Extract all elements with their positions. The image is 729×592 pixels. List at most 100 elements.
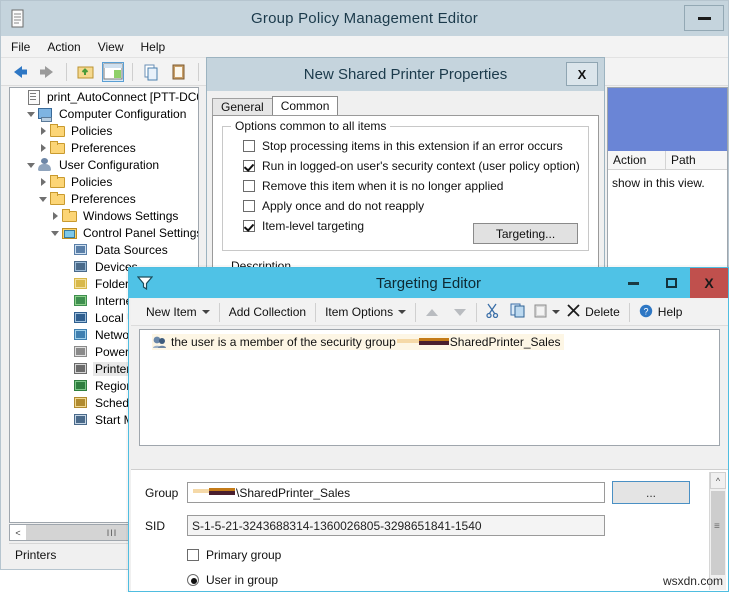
copy-icon[interactable] bbox=[141, 62, 163, 82]
radio-selected-icon[interactable] bbox=[187, 574, 199, 586]
up-folder-icon[interactable] bbox=[75, 62, 97, 82]
show-hide-console-tree-icon[interactable] bbox=[102, 62, 124, 82]
menu-item-file[interactable]: File bbox=[11, 40, 30, 54]
paste-chevron-down-icon[interactable] bbox=[552, 310, 560, 314]
targeting-items-list[interactable]: the user is a member of the security gro… bbox=[139, 329, 720, 446]
tree-item-windows-settings[interactable]: Windows Settings bbox=[10, 207, 198, 224]
power-options-icon bbox=[73, 344, 89, 359]
tree-spacer bbox=[62, 244, 73, 255]
expand-arrow-open-icon[interactable] bbox=[50, 227, 61, 238]
paste-icon[interactable] bbox=[533, 303, 549, 321]
tree-item-preferences[interactable]: Preferences bbox=[10, 139, 198, 156]
expand-arrow-closed-icon[interactable] bbox=[38, 176, 49, 187]
option-remove-when-not-applied[interactable]: Remove this item when it is no longer ap… bbox=[243, 176, 588, 196]
targeting-list-item[interactable]: the user is a member of the security gro… bbox=[152, 334, 564, 350]
targeting-editor-close-button[interactable]: X bbox=[690, 268, 728, 298]
close-icon: X bbox=[704, 275, 713, 291]
scroll-up-button[interactable]: ^ bbox=[710, 472, 726, 489]
checkbox-checked-icon[interactable] bbox=[243, 160, 255, 172]
expand-arrow-closed-icon[interactable] bbox=[38, 125, 49, 136]
add-collection-button[interactable]: Add Collection bbox=[222, 299, 313, 325]
option-stop-processing[interactable]: Stop processing items in this extension … bbox=[243, 136, 588, 156]
forward-arrow-icon[interactable] bbox=[36, 62, 58, 82]
tree-item-policies[interactable]: Policies bbox=[10, 173, 198, 190]
tree-item-user-configuration[interactable]: User Configuration bbox=[10, 156, 198, 173]
common-tab-panel: Options common to all items Stop process… bbox=[212, 115, 599, 269]
column-header-path[interactable]: Path bbox=[666, 151, 696, 169]
chevron-down-icon[interactable] bbox=[202, 310, 210, 314]
menu-item-action[interactable]: Action bbox=[47, 40, 80, 54]
delete-button[interactable]: Delete bbox=[560, 299, 627, 325]
folder-options-icon bbox=[73, 276, 89, 291]
folder-icon bbox=[61, 208, 77, 223]
toolbar-divider bbox=[132, 63, 133, 81]
checkbox-unchecked-icon[interactable] bbox=[243, 180, 255, 192]
expand-arrow-open-icon[interactable] bbox=[26, 108, 37, 119]
scroll-thumb[interactable] bbox=[711, 491, 725, 575]
tree-item-computer-configuration[interactable]: Computer Configuration bbox=[10, 105, 198, 122]
option-run-in-user-context[interactable]: Run in logged-on user's security context… bbox=[243, 156, 588, 176]
checkbox-checked-icon[interactable] bbox=[243, 220, 255, 232]
item-options-button[interactable]: Item Options bbox=[318, 299, 413, 325]
targeting-button[interactable]: Targeting... bbox=[473, 223, 578, 244]
cut-icon[interactable] bbox=[485, 303, 500, 321]
tree-spacer bbox=[62, 346, 73, 357]
expand-arrow-open-icon[interactable] bbox=[26, 159, 37, 170]
scroll-left-button[interactable]: < bbox=[10, 525, 26, 540]
browse-group-button[interactable]: ... bbox=[612, 481, 690, 504]
maximize-icon bbox=[666, 278, 677, 288]
menu-item-help[interactable]: Help bbox=[141, 40, 166, 54]
user-icon bbox=[37, 157, 53, 172]
chevron-down-icon[interactable] bbox=[398, 310, 406, 314]
help-button[interactable]: ? Help bbox=[632, 299, 690, 325]
column-header-action[interactable]: Action bbox=[608, 151, 666, 169]
tree-spacer bbox=[14, 91, 25, 102]
expand-arrow-closed-icon[interactable] bbox=[38, 142, 49, 153]
sid-input[interactable]: S-1-5-21-3243688314-1360026805-329865184… bbox=[187, 515, 605, 536]
tree-item-label: Policies bbox=[69, 175, 114, 189]
tab-general[interactable]: General bbox=[212, 98, 273, 115]
item-options-label: Item Options bbox=[325, 305, 393, 319]
expand-arrow-open-icon[interactable] bbox=[38, 193, 49, 204]
printer-props-close-button[interactable]: X bbox=[566, 62, 598, 86]
tree-spacer bbox=[62, 312, 73, 323]
tree-item-preferences[interactable]: Preferences bbox=[10, 190, 198, 207]
tree-item-control-panel-settings[interactable]: Control Panel Settings bbox=[10, 224, 198, 241]
gpmc-titlebar: Group Policy Management Editor bbox=[1, 1, 728, 36]
targeting-editor-minimize-button[interactable] bbox=[614, 268, 652, 298]
tree-spacer bbox=[62, 397, 73, 408]
new-shared-printer-properties-dialog: New Shared Printer Properties X General … bbox=[206, 57, 605, 270]
start-menu-icon bbox=[73, 412, 89, 427]
help-label: Help bbox=[658, 305, 683, 319]
group-input[interactable]: \SharedPrinter_Sales bbox=[187, 482, 605, 503]
expand-arrow-closed-icon[interactable] bbox=[50, 210, 61, 221]
tab-common[interactable]: Common bbox=[272, 96, 339, 115]
move-down-icon[interactable] bbox=[454, 309, 466, 316]
tree-spacer bbox=[62, 295, 73, 306]
primary-group-row[interactable]: Primary group bbox=[187, 548, 281, 562]
gpmc-minimize-button[interactable] bbox=[684, 5, 724, 31]
properties-vertical-scrollbar[interactable]: ^ bbox=[709, 472, 726, 590]
targeting-item-text-before: the user is a member of the security gro… bbox=[171, 335, 396, 349]
targeting-editor-window: Targeting Editor X New Item Add Collecti… bbox=[128, 267, 729, 592]
group-value: \SharedPrinter_Sales bbox=[236, 486, 350, 500]
user-in-group-row[interactable]: User in group bbox=[187, 573, 278, 587]
toolbar-divider bbox=[629, 303, 630, 322]
tree-item-policies[interactable]: Policies bbox=[10, 122, 198, 139]
targeting-editor-maximize-button[interactable] bbox=[652, 268, 690, 298]
internet-settings-icon bbox=[73, 293, 89, 308]
results-banner bbox=[608, 88, 727, 151]
tree-item-data-sources[interactable]: Data Sources bbox=[10, 241, 198, 258]
paste-icon[interactable] bbox=[168, 62, 190, 82]
back-arrow-icon[interactable] bbox=[9, 62, 31, 82]
checkbox-unchecked-icon[interactable] bbox=[187, 549, 199, 561]
copy-icon[interactable] bbox=[510, 303, 526, 321]
option-apply-once[interactable]: Apply once and do not reapply bbox=[243, 196, 588, 216]
move-up-icon[interactable] bbox=[426, 309, 438, 316]
new-item-button[interactable]: New Item bbox=[139, 299, 217, 325]
tree-item-print-autoconnect-ptt-dc01[interactable]: print_AutoConnect [PTT-DC01 bbox=[10, 88, 198, 105]
menu-item-view[interactable]: View bbox=[98, 40, 124, 54]
printer-props-title: New Shared Printer Properties bbox=[304, 66, 507, 83]
checkbox-unchecked-icon[interactable] bbox=[243, 200, 255, 212]
checkbox-unchecked-icon[interactable] bbox=[243, 140, 255, 152]
